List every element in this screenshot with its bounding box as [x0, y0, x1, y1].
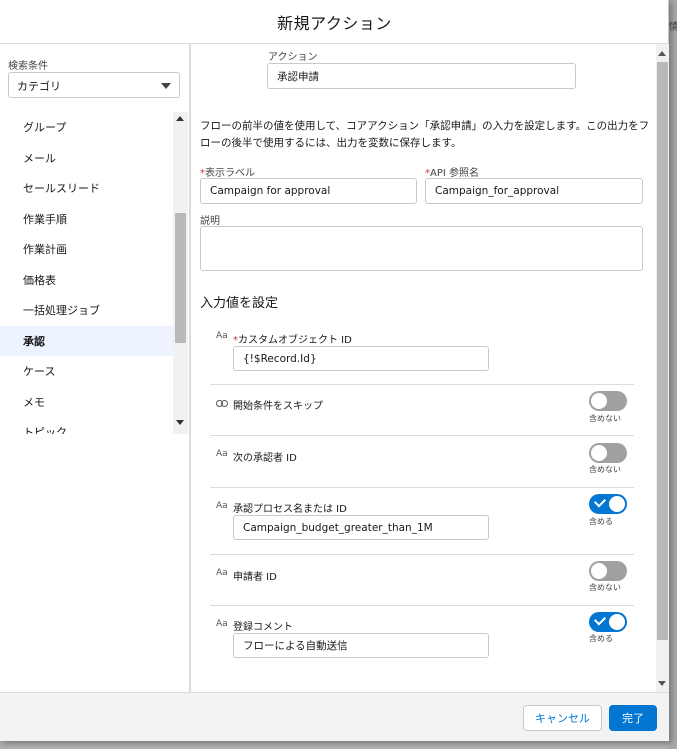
approval-process-field[interactable]: Campaign_budget_greater_than_1M	[233, 515, 489, 540]
next-approver-label: 次の承認者 ID	[233, 453, 297, 464]
row-divider	[210, 554, 634, 555]
category-panel: 検索条件 カテゴリ グループ メール セールスリード 作業手順 作業計画 価格表…	[0, 44, 191, 692]
text-type-icon: Aa	[216, 619, 228, 629]
category-scrollbar[interactable]	[173, 112, 188, 434]
scroll-down-icon[interactable]	[658, 681, 666, 686]
category-select-value: カテゴリ	[17, 80, 61, 93]
scroll-up-icon[interactable]	[176, 116, 184, 121]
requester-label: 申請者 ID	[233, 572, 277, 583]
text-type-icon: Aa	[216, 568, 228, 578]
scroll-up-icon[interactable]	[658, 51, 666, 56]
display-label-label: *表示ラベル	[200, 168, 255, 179]
row-divider	[210, 605, 634, 606]
row-divider	[210, 384, 634, 385]
background-page: 情	[669, 0, 677, 749]
approval-process-toggle[interactable]	[589, 494, 627, 514]
action-value: 承認申請	[277, 70, 319, 83]
modal-footer: キャンセル 完了	[0, 692, 669, 741]
list-item-batch-job[interactable]: 一括処理ジョブ	[0, 295, 173, 326]
list-item-lead[interactable]: セールスリード	[0, 173, 173, 204]
category-list: グループ メール セールスリード 作業手順 作業計画 価格表 一括処理ジョブ 承…	[0, 112, 173, 434]
list-item-work-plan[interactable]: 作業計画	[0, 234, 173, 265]
scroll-thumb[interactable]	[657, 62, 668, 640]
done-button[interactable]: 完了	[609, 705, 657, 731]
api-name-field[interactable]: Campaign_for_approval	[425, 178, 643, 204]
text-type-icon: Aa	[216, 501, 228, 511]
description-label: 説明	[200, 216, 220, 227]
category-select[interactable]: カテゴリ	[8, 72, 180, 98]
check-icon	[593, 613, 607, 626]
text-type-icon: Aa	[216, 331, 228, 341]
list-item-group[interactable]: グループ	[0, 112, 173, 143]
skip-criteria-toggle[interactable]	[589, 391, 627, 411]
requester-toggle[interactable]	[589, 561, 627, 581]
condition-icon	[216, 400, 228, 408]
custom-object-label: *カスタムオブジェクト ID	[233, 335, 352, 346]
action-label: アクション	[268, 52, 318, 63]
modal-title: 新規アクション	[277, 13, 392, 33]
action-form: アクション 承認申請 フローの前半の値を使用して、コアアクション「承認申請」の入…	[193, 44, 669, 692]
search-label: 検索条件	[8, 61, 48, 72]
list-item-note[interactable]: メモ	[0, 387, 173, 418]
list-item-work-step[interactable]: 作業手順	[0, 204, 173, 235]
new-action-modal: 新規アクション 検索条件 カテゴリ グループ メール セールスリード 作業手順 …	[0, 0, 669, 741]
description-text: フローの前半の値を使用して、コアアクション「承認申請」の入力を設定します。この出…	[200, 120, 650, 149]
list-item-email[interactable]: メール	[0, 143, 173, 174]
list-item-topic[interactable]: トピック	[0, 417, 173, 434]
action-field[interactable]: 承認申請	[267, 63, 576, 89]
skip-criteria-toggle-label: 含めない	[589, 414, 621, 423]
description-textarea[interactable]	[200, 226, 643, 271]
list-item-approval[interactable]: 承認	[0, 325, 173, 356]
list-item-case[interactable]: ケース	[0, 356, 173, 387]
next-approver-toggle-label: 含めない	[589, 465, 621, 474]
comment-field[interactable]: フローによる自動送信	[233, 633, 489, 658]
row-divider	[210, 435, 634, 436]
scroll-down-icon[interactable]	[176, 420, 184, 425]
comment-toggle[interactable]	[589, 612, 627, 632]
next-approver-toggle[interactable]	[589, 443, 627, 463]
comment-label: 登録コメント	[233, 622, 293, 633]
form-scrollbar[interactable]	[656, 44, 669, 692]
custom-object-field[interactable]: {!$Record.Id}	[233, 346, 489, 371]
skip-criteria-label: 開始条件をスキップ	[233, 401, 323, 412]
section-title: 入力値を設定	[200, 296, 279, 311]
comment-toggle-label: 含める	[589, 634, 613, 643]
text-type-icon: Aa	[216, 449, 228, 459]
display-label-field[interactable]: Campaign for approval	[200, 178, 417, 204]
approval-process-label: 承認プロセス名または ID	[233, 504, 347, 515]
requester-toggle-label: 含めない	[589, 583, 621, 592]
cancel-button[interactable]: キャンセル	[523, 705, 602, 731]
scroll-thumb[interactable]	[175, 213, 186, 343]
check-icon	[593, 495, 607, 508]
api-name-label: *API 参照名	[425, 168, 479, 179]
list-item-pricebook[interactable]: 価格表	[0, 265, 173, 296]
modal-header: 新規アクション	[0, 0, 669, 44]
row-divider	[210, 487, 634, 488]
chevron-down-icon	[161, 83, 171, 89]
approval-process-toggle-label: 含める	[589, 517, 613, 526]
